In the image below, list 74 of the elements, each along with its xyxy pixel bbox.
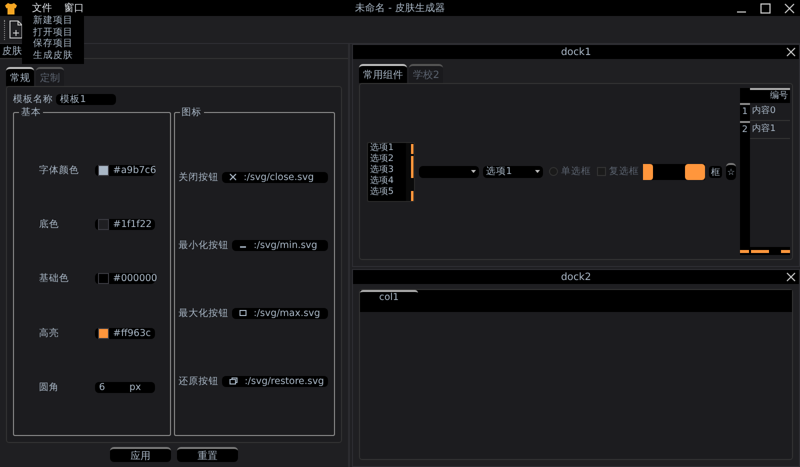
dock-title: dock2 (560, 272, 592, 282)
color-field[interactable]: #000000 (95, 273, 155, 284)
field-label: 最小化按钮 (178, 238, 229, 252)
combo-value: 选项1 (486, 165, 512, 178)
field-label: 模板名称 (13, 93, 53, 106)
field-label: 还原按钮 (178, 374, 219, 388)
field-label: 关闭按钮 (178, 170, 219, 184)
field-value: :/svg/close.svg (244, 172, 314, 182)
list-item[interactable]: 选项3 (368, 164, 406, 176)
color-field[interactable]: #a9b7c6 (95, 164, 155, 176)
tab[interactable]: 皮肤 (0, 44, 24, 58)
scrollbar-drawing (643, 164, 705, 180)
combo-box[interactable]: 选项1 (483, 166, 543, 178)
field-label: 底色 (38, 218, 60, 232)
column-header[interactable]: col1 (360, 290, 418, 304)
group-title: 基本 (19, 106, 43, 119)
field-label: 字体颜色 (38, 164, 80, 177)
action-button[interactable]: 重置 (177, 447, 238, 462)
list-item[interactable]: 选项2 (368, 154, 406, 164)
option-label: 复选框 (609, 165, 639, 178)
maximize-icon (238, 309, 247, 317)
shirt-icon (4, 2, 18, 14)
restore-icon (228, 377, 238, 385)
table-cell: 内容0 (750, 103, 790, 121)
close-icon[interactable] (784, 2, 795, 14)
menu-item[interactable]: 保存项目 (22, 38, 84, 50)
icon-path-field[interactable]: :/svg/restore.svg (222, 376, 328, 386)
number-field[interactable]: 6 px (95, 382, 155, 394)
field-label: 最大化按钮 (178, 306, 229, 320)
field-label: 基础色 (38, 272, 70, 286)
field-value: #a9b7c6 (113, 164, 156, 176)
tab[interactable]: 常用组件 (359, 64, 407, 83)
star-button[interactable]: ☆ (726, 163, 736, 180)
field-label: 圆角 (38, 381, 60, 394)
maximize-icon[interactable] (760, 2, 771, 14)
field-value: 6 (99, 382, 106, 394)
text-button[interactable]: 框 (709, 166, 722, 178)
close-icon (228, 173, 237, 181)
menu-item[interactable]: 文件 (26, 1, 58, 15)
field-value: #000000 (113, 273, 158, 284)
scrollbar-drawing (740, 250, 790, 252)
radio-button[interactable] (549, 167, 558, 176)
unit-label: px (129, 382, 141, 394)
template-name-field[interactable]: 模板1 (56, 94, 116, 105)
icon-path-field[interactable]: :/svg/close.svg (222, 172, 328, 182)
field-value: :/svg/restore.svg (244, 376, 324, 386)
dropdown-arrow-icon (535, 170, 540, 173)
table-cell: 内容1 (750, 121, 790, 139)
icon-path-field[interactable]: :/svg/max.svg (232, 308, 328, 318)
group-title: 图标 (180, 106, 204, 119)
field-value: #1f1f22 (113, 219, 152, 230)
option-label: 单选框 (561, 165, 591, 178)
field-value: #ff963c (113, 328, 151, 339)
dock-title: dock1 (560, 46, 592, 58)
dropdown-arrow-icon (471, 170, 476, 173)
window-title: 未命名 - 皮肤生成器 (355, 3, 445, 14)
list-item[interactable]: 选项4 (368, 176, 406, 186)
menu-item[interactable]: 打开项目 (22, 26, 84, 38)
color-field[interactable]: #1f1f22 (95, 219, 155, 230)
field-label: 高亮 (38, 326, 60, 340)
color-field[interactable]: #ff963c (95, 328, 155, 339)
menu-item[interactable]: 生成皮肤 (22, 50, 84, 61)
icon-path-field[interactable]: :/svg/min.svg (232, 240, 328, 250)
close-icon[interactable] (786, 272, 796, 282)
field-value: :/svg/min.svg (254, 240, 318, 250)
tab[interactable]: 常规 (6, 67, 34, 86)
checkbox[interactable] (597, 167, 606, 176)
list-item[interactable]: 选项5 (368, 186, 406, 198)
menu-item[interactable]: 窗口 (58, 1, 90, 15)
scrollbar-drawing (406, 142, 414, 200)
action-button[interactable]: 应用 (110, 447, 171, 462)
menu-item[interactable]: 新建项目 (22, 15, 84, 26)
close-icon[interactable] (786, 47, 796, 57)
field-value: :/svg/max.svg (254, 308, 320, 318)
